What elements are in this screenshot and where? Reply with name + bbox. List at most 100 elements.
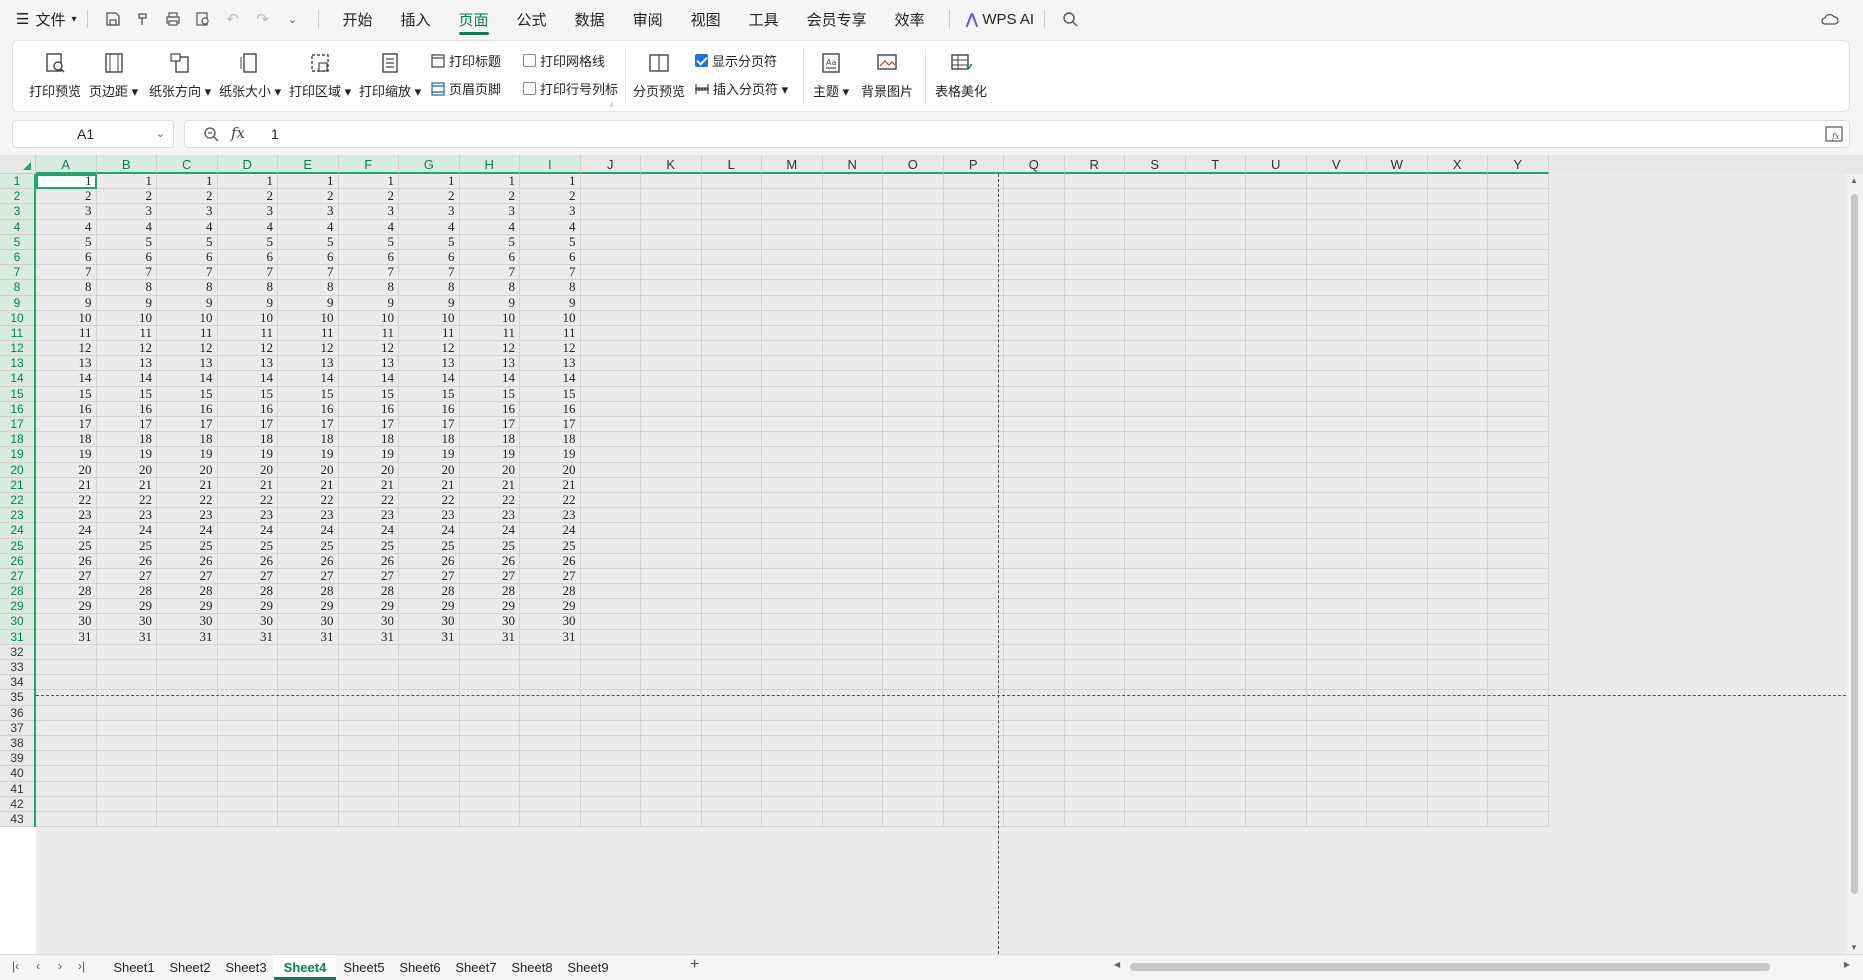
cell[interactable]	[459, 766, 520, 782]
save-icon[interactable]	[104, 10, 122, 28]
cell[interactable]	[1306, 568, 1367, 585]
cell[interactable]	[1125, 341, 1186, 357]
cell[interactable]	[883, 492, 944, 509]
cell[interactable]	[822, 204, 883, 220]
cell[interactable]	[399, 660, 460, 676]
cell[interactable]	[1246, 462, 1307, 478]
cell[interactable]	[1185, 508, 1246, 524]
cell[interactable]	[1185, 614, 1246, 630]
cell[interactable]	[1367, 417, 1428, 433]
cell[interactable]	[822, 477, 883, 493]
cell[interactable]	[943, 492, 1004, 509]
cell[interactable]	[1488, 492, 1549, 509]
cell[interactable]	[36, 644, 97, 660]
cell[interactable]	[1246, 265, 1307, 281]
cell[interactable]: 13	[217, 356, 278, 372]
sheet-tab[interactable]: Sheet9	[560, 955, 616, 980]
cell[interactable]	[883, 766, 944, 782]
cell[interactable]	[1004, 189, 1065, 205]
cell[interactable]: 30	[338, 614, 399, 630]
cell[interactable]	[157, 796, 218, 812]
cell[interactable]	[1306, 629, 1367, 645]
cell[interactable]	[1004, 204, 1065, 220]
cell[interactable]	[762, 720, 823, 736]
cell[interactable]	[1367, 538, 1428, 554]
row-header[interactable]: 26	[0, 553, 34, 569]
cell[interactable]	[1306, 371, 1367, 387]
cell[interactable]	[1064, 538, 1125, 554]
cell[interactable]	[580, 189, 641, 205]
cell[interactable]: 18	[217, 432, 278, 448]
column-header[interactable]: Q	[1004, 155, 1065, 174]
cell[interactable]	[822, 568, 883, 585]
cell[interactable]: 28	[36, 583, 97, 600]
cell[interactable]	[1306, 660, 1367, 676]
cell[interactable]: 14	[399, 371, 460, 387]
cell[interactable]: 31	[36, 629, 97, 645]
cell[interactable]: 5	[399, 234, 460, 250]
cell[interactable]	[701, 295, 762, 311]
cell[interactable]	[1064, 781, 1125, 797]
cell[interactable]: 1	[459, 173, 520, 190]
chevron-down-icon[interactable]: ⌄	[284, 10, 302, 28]
cell[interactable]: 31	[459, 629, 520, 645]
cell[interactable]	[1427, 796, 1488, 812]
cell[interactable]	[1488, 204, 1549, 220]
cell[interactable]: 9	[96, 295, 157, 311]
cell[interactable]	[1367, 553, 1428, 569]
cell[interactable]: 18	[36, 432, 97, 448]
cell[interactable]: 5	[36, 234, 97, 250]
cell[interactable]	[1488, 614, 1549, 630]
cell[interactable]	[762, 401, 823, 417]
cell[interactable]	[701, 720, 762, 736]
row-header[interactable]: 27	[0, 568, 34, 585]
cell[interactable]: 3	[36, 204, 97, 220]
cell[interactable]: 4	[399, 219, 460, 235]
cell[interactable]	[701, 386, 762, 402]
cell[interactable]: 26	[157, 553, 218, 569]
cell[interactable]	[1064, 629, 1125, 645]
cell[interactable]	[943, 325, 1004, 342]
cell[interactable]	[1246, 249, 1307, 266]
cell[interactable]: 30	[278, 614, 339, 630]
header-footer-button[interactable]: 页眉页脚	[431, 79, 501, 98]
cell[interactable]: 31	[278, 629, 339, 645]
cell[interactable]	[459, 751, 520, 767]
cell[interactable]	[943, 356, 1004, 372]
cell[interactable]	[1427, 249, 1488, 266]
row-header[interactable]: 37	[0, 721, 34, 736]
cell[interactable]: 10	[217, 310, 278, 326]
cell[interactable]	[1427, 584, 1488, 600]
cell[interactable]	[520, 766, 581, 782]
cell[interactable]	[217, 735, 278, 752]
cell[interactable]	[1004, 508, 1065, 524]
cell[interactable]	[822, 644, 883, 660]
cell[interactable]: 19	[399, 447, 460, 463]
cell[interactable]	[36, 781, 97, 797]
cell[interactable]	[1125, 796, 1186, 812]
cell[interactable]: 24	[399, 523, 460, 539]
cell[interactable]: 27	[157, 568, 218, 585]
name-box[interactable]: A1 ⌄	[12, 120, 174, 148]
cell[interactable]	[1427, 720, 1488, 736]
scroll-left-icon[interactable]: ◀	[1114, 960, 1120, 969]
cell[interactable]	[338, 751, 399, 767]
cell[interactable]: 5	[157, 234, 218, 250]
cell[interactable]	[1004, 234, 1065, 250]
cell[interactable]	[641, 629, 702, 645]
cell[interactable]	[1306, 811, 1367, 828]
cell[interactable]	[1427, 386, 1488, 402]
cell[interactable]	[1246, 735, 1307, 752]
cell[interactable]	[883, 371, 944, 387]
cell[interactable]: 3	[459, 204, 520, 220]
cell[interactable]	[399, 720, 460, 736]
cell[interactable]: 6	[278, 249, 339, 266]
cell[interactable]	[762, 492, 823, 509]
column-header[interactable]: D	[217, 155, 278, 174]
tab-8[interactable]: 会员专享	[793, 0, 881, 38]
cell[interactable]	[641, 644, 702, 660]
cell[interactable]	[762, 341, 823, 357]
cell[interactable]	[822, 401, 883, 417]
cell[interactable]	[1488, 781, 1549, 797]
cell[interactable]: 18	[157, 432, 218, 448]
